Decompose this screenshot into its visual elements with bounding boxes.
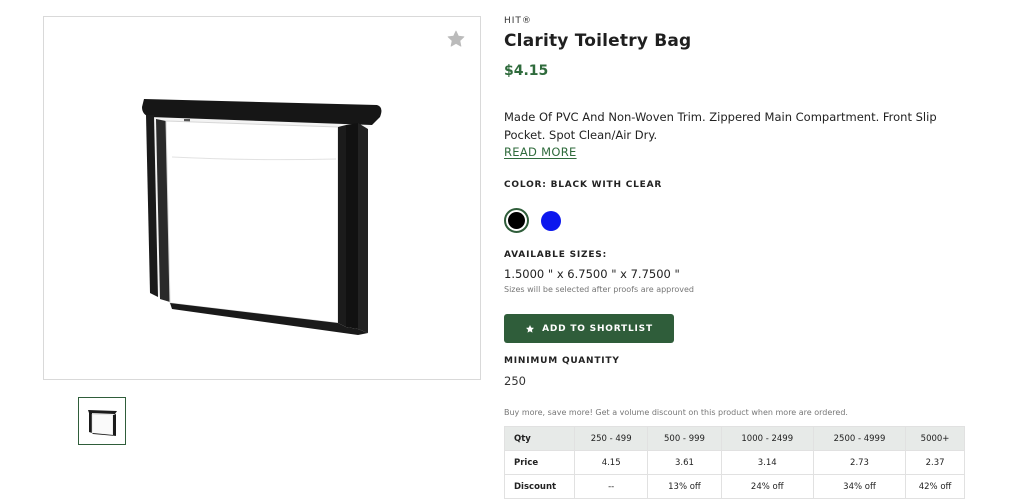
table-cell: 3.14 (720, 450, 814, 475)
table-cell: 13% off (647, 474, 722, 499)
product-description: Made Of PVC And Non-Woven Trim. Zippered… (504, 110, 937, 142)
pricing-table: Qty 250 - 499 500 - 999 1000 - 2499 2500… (504, 426, 965, 499)
table-cell: 4.15 (573, 450, 649, 475)
header-cell: 500 - 999 (647, 426, 722, 451)
table-cell: 3.61 (647, 450, 722, 475)
size-note: Sizes will be selected after proofs are … (504, 285, 694, 294)
read-more-link[interactable]: READ MORE (504, 145, 577, 159)
product-image-panel (43, 16, 481, 380)
header-cell: 1000 - 2499 (720, 426, 814, 451)
table-cell: 2.37 (905, 450, 965, 475)
color-label: COLOR: BLACK WITH CLEAR (504, 180, 663, 190)
row-label-discount: Discount (504, 474, 575, 499)
minimum-quantity-label: MINIMUM QUANTITY (504, 356, 620, 366)
thumbnail-bag-icon (88, 410, 117, 436)
header-cell: 5000+ (905, 426, 965, 451)
product-image (142, 99, 382, 335)
brand-label: HIT® (504, 16, 532, 26)
header-cell: 2500 - 4999 (812, 426, 907, 451)
table-cell: 2.73 (812, 450, 907, 475)
color-swatch-black[interactable] (504, 208, 529, 233)
add-to-shortlist-button[interactable]: ADD TO SHORTLIST (504, 314, 674, 343)
shortlist-label: ADD TO SHORTLIST (542, 323, 653, 334)
product-title: Clarity Toiletry Bag (504, 31, 692, 51)
header-cell: 250 - 499 (573, 426, 649, 451)
favorite-star-icon[interactable] (446, 29, 466, 49)
available-sizes-label: AVAILABLE SIZES: (504, 250, 607, 260)
row-label-price: Price (504, 450, 575, 475)
size-value: 1.5000 " x 6.7500 " x 7.7500 " (504, 267, 680, 281)
minimum-quantity-value: 250 (504, 374, 526, 388)
volume-discount-note: Buy more, save more! Get a volume discou… (504, 408, 848, 417)
pricing-header-row: Qty 250 - 499 500 - 999 1000 - 2499 2500… (504, 426, 965, 451)
color-swatch-blue[interactable] (541, 211, 561, 231)
product-price: $4.15 (504, 63, 549, 79)
table-cell: 24% off (720, 474, 814, 499)
thumbnail-image[interactable] (78, 397, 126, 445)
star-icon (526, 324, 535, 333)
table-row-discount: Discount -- 13% off 24% off 34% off 42% … (504, 474, 965, 499)
table-cell: 42% off (905, 474, 965, 499)
table-cell: -- (573, 474, 649, 499)
table-row-price: Price 4.15 3.61 3.14 2.73 2.37 (504, 450, 965, 475)
header-cell-qty: Qty (504, 426, 575, 451)
table-cell: 34% off (812, 474, 907, 499)
